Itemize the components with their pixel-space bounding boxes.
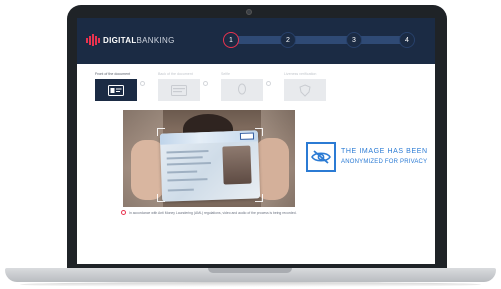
stepper-track xyxy=(229,36,415,44)
document-tabs: Front of the document Back of the docume… xyxy=(95,72,345,106)
tab-liveness[interactable]: Liveness verification xyxy=(284,72,336,101)
laptop-screen: DIGITALBANKING 1 2 3 4 Front of the docu… xyxy=(77,18,435,264)
card-text-line xyxy=(167,178,208,182)
tab-label: Front of the document xyxy=(95,72,131,76)
step-3[interactable]: 3 xyxy=(346,32,362,48)
step-2[interactable]: 2 xyxy=(280,32,296,48)
card-photo xyxy=(222,145,252,185)
capture-guide-corner xyxy=(157,128,165,136)
step-status-icon xyxy=(203,81,208,86)
privacy-line-2: ANONYMIZED FOR PRIVACY xyxy=(341,159,428,165)
page: DIGITALBANKING 1 2 3 4 Front of the docu… xyxy=(0,0,501,289)
privacy-line-1: THE IMAGE HAS BEEN xyxy=(341,148,428,155)
app-header: DIGITALBANKING 1 2 3 4 xyxy=(77,18,435,64)
step-status-icon xyxy=(140,81,145,86)
laptop-base-notch xyxy=(208,268,292,273)
brand-logo[interactable]: DIGITALBANKING xyxy=(86,34,175,46)
id-card-back-icon xyxy=(171,84,187,96)
step-status-icon xyxy=(266,81,271,86)
recording-notice-text: In accordance with Anti Money Laundering… xyxy=(129,210,297,215)
tab-thumbnail xyxy=(95,79,137,101)
step-4[interactable]: 4 xyxy=(399,32,415,48)
card-text-line xyxy=(166,156,203,160)
tab-label: Back of the document xyxy=(158,72,193,76)
laptop-shadow xyxy=(20,282,481,287)
card-text-line xyxy=(167,188,194,192)
step-1[interactable]: 1 xyxy=(223,32,239,48)
recording-notice: In accordance with Anti Money Laundering… xyxy=(121,210,297,215)
tab-back-of-document[interactable]: Back of the document xyxy=(158,72,210,101)
record-icon xyxy=(121,210,126,215)
progress-stepper: 1 2 3 4 xyxy=(223,32,419,48)
webcam-dot xyxy=(246,9,252,15)
card-text-line xyxy=(166,150,209,154)
person-icon xyxy=(238,83,246,95)
card-text-line xyxy=(167,170,198,174)
tab-selfie[interactable]: Selfie xyxy=(221,72,273,101)
eye-slash-icon xyxy=(306,142,336,172)
camera-preview xyxy=(123,110,295,207)
tab-thumbnail xyxy=(158,79,200,101)
card-flag xyxy=(239,132,255,140)
capture-guide-corner xyxy=(255,128,263,136)
capture-guide-corner xyxy=(255,194,263,202)
shield-icon xyxy=(299,83,311,97)
brand-name: DIGITALBANKING xyxy=(103,35,175,45)
tab-thumbnail xyxy=(284,79,326,101)
card-text-line xyxy=(166,161,211,166)
tab-label: Selfie xyxy=(221,72,230,76)
logo-icon xyxy=(86,34,100,46)
tab-label: Liveness verification xyxy=(284,72,317,76)
capture-guide-corner xyxy=(157,194,165,202)
tab-thumbnail xyxy=(221,79,263,101)
id-card-icon xyxy=(108,84,124,96)
right-hand xyxy=(255,138,289,200)
tab-front-of-document[interactable]: Front of the document xyxy=(95,72,147,101)
privacy-notice: THE IMAGE HAS BEEN ANONYMIZED FOR PRIVAC… xyxy=(306,140,435,174)
id-card-image xyxy=(159,130,261,202)
privacy-notice-text: THE IMAGE HAS BEEN ANONYMIZED FOR PRIVAC… xyxy=(341,147,428,167)
